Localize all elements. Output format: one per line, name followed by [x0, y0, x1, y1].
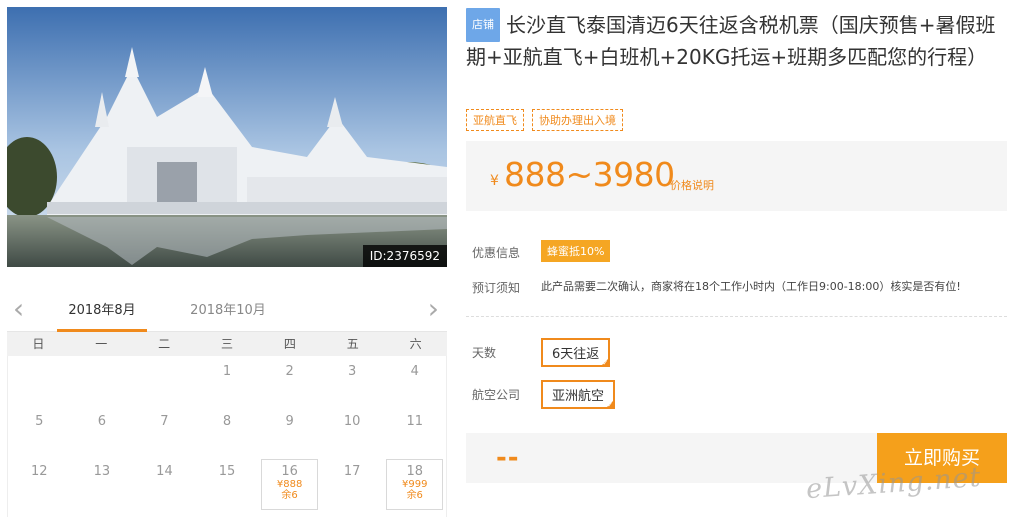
days-option-selected[interactable]: 6天往返 ✓	[541, 338, 611, 367]
calendar-week-row: 12 13 14 15 16 ¥888 余6 17 18 ¥999 余6	[8, 456, 446, 510]
chevron-right-icon[interactable]: ›	[428, 294, 439, 324]
calendar-day: 4	[383, 356, 446, 406]
calendar-day: 8	[196, 406, 259, 456]
weekday-label: 三	[221, 337, 234, 351]
calendar-day: 5	[8, 406, 71, 456]
calendar-weekday-header: 日 一 二 三 四 五 六	[7, 332, 447, 356]
day-number: 7	[160, 414, 169, 429]
day-number: 9	[285, 414, 294, 429]
airline-label: 航空公司	[472, 388, 521, 402]
calendar-day-available[interactable]: 18 ¥999 余6	[383, 456, 446, 510]
day-number: 11	[406, 414, 424, 429]
calendar-day: 11	[383, 406, 446, 456]
image-id-label: ID:2376592	[362, 245, 447, 267]
product-title-text: 长沙直飞泰国清迈6天往返含税机票（国庆预售+暑假班期+亚航直飞+白班机+20KG…	[466, 13, 996, 69]
weekday-label: 二	[158, 337, 171, 351]
day-number: 6	[97, 414, 106, 429]
calendar-day-empty	[8, 356, 71, 406]
calendar-day: 10	[321, 406, 384, 456]
day-number: 14	[156, 464, 173, 479]
day-number: 2	[285, 364, 294, 379]
day-number: 4	[410, 364, 419, 379]
calendar-day-available[interactable]: 16 ¥888 余6	[258, 456, 321, 510]
calendar-month-nav: ‹ 2018年8月 2018年10月 ›	[7, 292, 447, 332]
day-number: 3	[348, 364, 357, 379]
tag-airasia-direct: 亚航直飞	[466, 109, 524, 131]
day-number: 13	[93, 464, 111, 479]
tag-immigration-help: 协助办理出入境	[532, 109, 623, 131]
calendar-week-row: 5 6 7 8 9 10 11	[8, 406, 446, 456]
day-number: 1	[222, 364, 232, 379]
chevron-left-icon[interactable]: ‹	[13, 294, 24, 324]
calendar-day: 9	[258, 406, 321, 456]
calendar-week-row: 1 2 3 4	[8, 356, 446, 406]
calendar-day-empty	[71, 356, 134, 406]
day-price: ¥999	[402, 479, 428, 490]
check-icon: ✓	[602, 359, 609, 367]
calendar-day: 17	[321, 456, 384, 506]
weekday-label: 四	[283, 337, 296, 351]
airline-option-label: 亚洲航空	[552, 389, 605, 404]
calendar-day: 2	[258, 356, 321, 406]
calendar-day: 13	[71, 456, 134, 506]
calendar-grid: 1 2 3 4 5 6 7 8 9 10 11 12 13 14 15 16 ¥…	[7, 356, 447, 517]
day-price: ¥888	[276, 479, 303, 490]
day-stock: 余6	[406, 490, 423, 501]
weekday-label: 日	[32, 337, 45, 351]
calendar-day: 3	[321, 356, 384, 406]
weekday-label: 一	[95, 337, 108, 351]
tab-month-august[interactable]: 2018年8月	[57, 302, 147, 332]
calendar-day: 14	[133, 456, 196, 506]
price-box: ¥ 888~3980 价格说明	[466, 141, 1007, 211]
weekday-label: 五	[346, 337, 359, 351]
price-range: 888~3980	[504, 155, 675, 194]
day-number: 17	[343, 464, 361, 479]
price-note-link[interactable]: 价格说明	[670, 177, 714, 193]
price-currency: ¥	[490, 173, 499, 189]
day-stock: 余6	[281, 490, 298, 501]
shop-badge[interactable]: 店铺	[466, 8, 500, 42]
calendar-day: 6	[71, 406, 134, 456]
day-number: 10	[343, 414, 361, 429]
calendar-day: 7	[133, 406, 196, 456]
calendar-day-empty	[133, 356, 196, 406]
divider	[466, 316, 1007, 317]
check-icon: ✓	[607, 401, 614, 409]
airline-option-selected[interactable]: 亚洲航空 ✓	[541, 380, 616, 409]
product-title: 店铺 长沙直飞泰国清迈6天往返含税机票（国庆预售+暑假班期+亚航直飞+白班机+20…	[466, 8, 1011, 72]
days-label: 天数	[472, 346, 497, 360]
quantity-placeholder: --	[496, 443, 520, 473]
day-number: 15	[218, 464, 236, 479]
product-tags: 亚航直飞 协助办理出入境	[466, 109, 623, 131]
discount-badge: 蜂蜜抵10%	[541, 240, 611, 262]
day-number: 16	[281, 464, 298, 479]
calendar-day: 15	[196, 456, 259, 506]
day-number: 12	[31, 464, 48, 479]
day-number: 5	[35, 414, 44, 429]
notice-text: 此产品需要二次确认，商家将在18个工作小时内（工作日9:00-18:00）核实是…	[541, 280, 961, 293]
weekday-label: 六	[409, 337, 422, 351]
day-number: 8	[222, 414, 232, 429]
calendar-day: 12	[8, 456, 71, 506]
temple-image	[7, 7, 447, 267]
notice-label: 预订须知	[472, 281, 521, 295]
calendar-day: 1	[196, 356, 259, 406]
days-option-label: 6天往返	[552, 347, 600, 362]
day-number: 18	[406, 464, 424, 479]
product-photo: ID:2376592	[7, 7, 447, 267]
tab-month-october[interactable]: 2018年10月	[183, 302, 273, 332]
product-header: 店铺 长沙直飞泰国清迈6天往返含税机票（国庆预售+暑假班期+亚航直飞+白班机+20…	[466, 8, 1011, 72]
discount-label: 优惠信息	[472, 246, 521, 260]
